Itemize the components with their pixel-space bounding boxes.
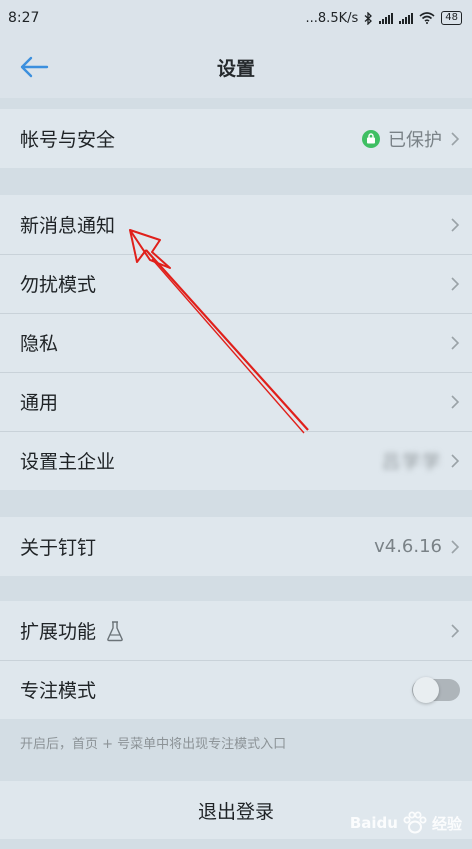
general-label: 通用	[20, 392, 59, 414]
focus-mode-label: 专注模式	[20, 680, 97, 702]
privacy-label: 隐私	[20, 333, 59, 355]
extensions-row[interactable]: 扩展功能	[0, 601, 472, 660]
about-dingtalk-row[interactable]: 关于钉钉 v4.6.16	[0, 517, 472, 576]
lock-icon	[362, 129, 380, 148]
flask-icon	[107, 620, 123, 641]
watermark-suffix: 经验	[431, 814, 462, 833]
privacy-row[interactable]: 隐私	[0, 313, 472, 372]
new-message-notification-label: 新消息通知	[20, 215, 116, 237]
status-time: 8:27	[8, 10, 40, 26]
settings-group: 新消息通知 勿扰模式 隐私 通用 设置主企业 吕学学	[0, 195, 472, 490]
about-group: 关于钉钉 v4.6.16	[0, 517, 472, 576]
main-company-value: 吕学学	[382, 451, 442, 473]
account-security-label: 帐号与安全	[20, 129, 116, 151]
protected-status-text: 已保护	[388, 129, 442, 151]
main-company-label: 设置主企业	[20, 451, 116, 473]
about-dingtalk-label: 关于钉钉	[20, 537, 97, 559]
chevron-right-icon	[451, 131, 460, 146]
chevron-right-icon	[451, 394, 460, 409]
account-group: 帐号与安全 已保护	[0, 109, 472, 168]
chevron-right-icon	[451, 539, 460, 554]
back-button[interactable]	[16, 51, 52, 83]
baidu-watermark: Baidu 经验	[350, 811, 462, 835]
signal-icon-2	[399, 12, 414, 24]
about-version-wrap: v4.6.16	[374, 536, 460, 557]
do-not-disturb-row[interactable]: 勿扰模式	[0, 254, 472, 313]
extensions-group: 扩展功能 专注模式	[0, 601, 472, 719]
general-row[interactable]: 通用	[0, 372, 472, 431]
wifi-icon	[419, 12, 435, 24]
main-company-row[interactable]: 设置主企业 吕学学	[0, 431, 472, 490]
chevron-right-icon	[451, 335, 460, 350]
chevron-right-icon	[451, 276, 460, 291]
back-arrow-icon	[20, 56, 49, 78]
focus-mode-hint: 开启后，首页 + 号菜单中将出现专注模式入口	[20, 737, 287, 752]
account-security-row[interactable]: 帐号与安全 已保护	[0, 109, 472, 168]
focus-mode-toggle[interactable]	[412, 676, 460, 703]
do-not-disturb-label: 勿扰模式	[20, 274, 97, 296]
network-speed: ...8.5K/s	[305, 10, 359, 26]
focus-mode-row: 专注模式	[0, 660, 472, 719]
status-icons: ...8.5K/s 48	[306, 11, 462, 26]
bluetooth-icon	[364, 11, 373, 25]
chevron-right-icon	[451, 453, 460, 468]
extensions-label: 扩展功能	[20, 621, 97, 643]
chevron-right-icon	[451, 217, 460, 232]
watermark-brand: Baidu	[349, 814, 398, 832]
status-bar: 8:27 ...8.5K/s 48	[0, 0, 472, 36]
battery-icon: 48	[441, 11, 462, 25]
chevron-right-icon	[451, 623, 460, 638]
main-company-value-wrap: 吕学学	[382, 448, 460, 474]
version-text: v4.6.16	[374, 536, 442, 557]
page-title: 设置	[216, 57, 255, 80]
signal-icon	[379, 12, 394, 24]
account-security-status: 已保护	[362, 126, 460, 152]
extensions-label-wrap: 扩展功能	[20, 617, 124, 644]
new-message-notification-row[interactable]: 新消息通知	[0, 195, 472, 254]
paw-logo-icon	[403, 811, 427, 834]
nav-header: 设置	[0, 36, 472, 98]
